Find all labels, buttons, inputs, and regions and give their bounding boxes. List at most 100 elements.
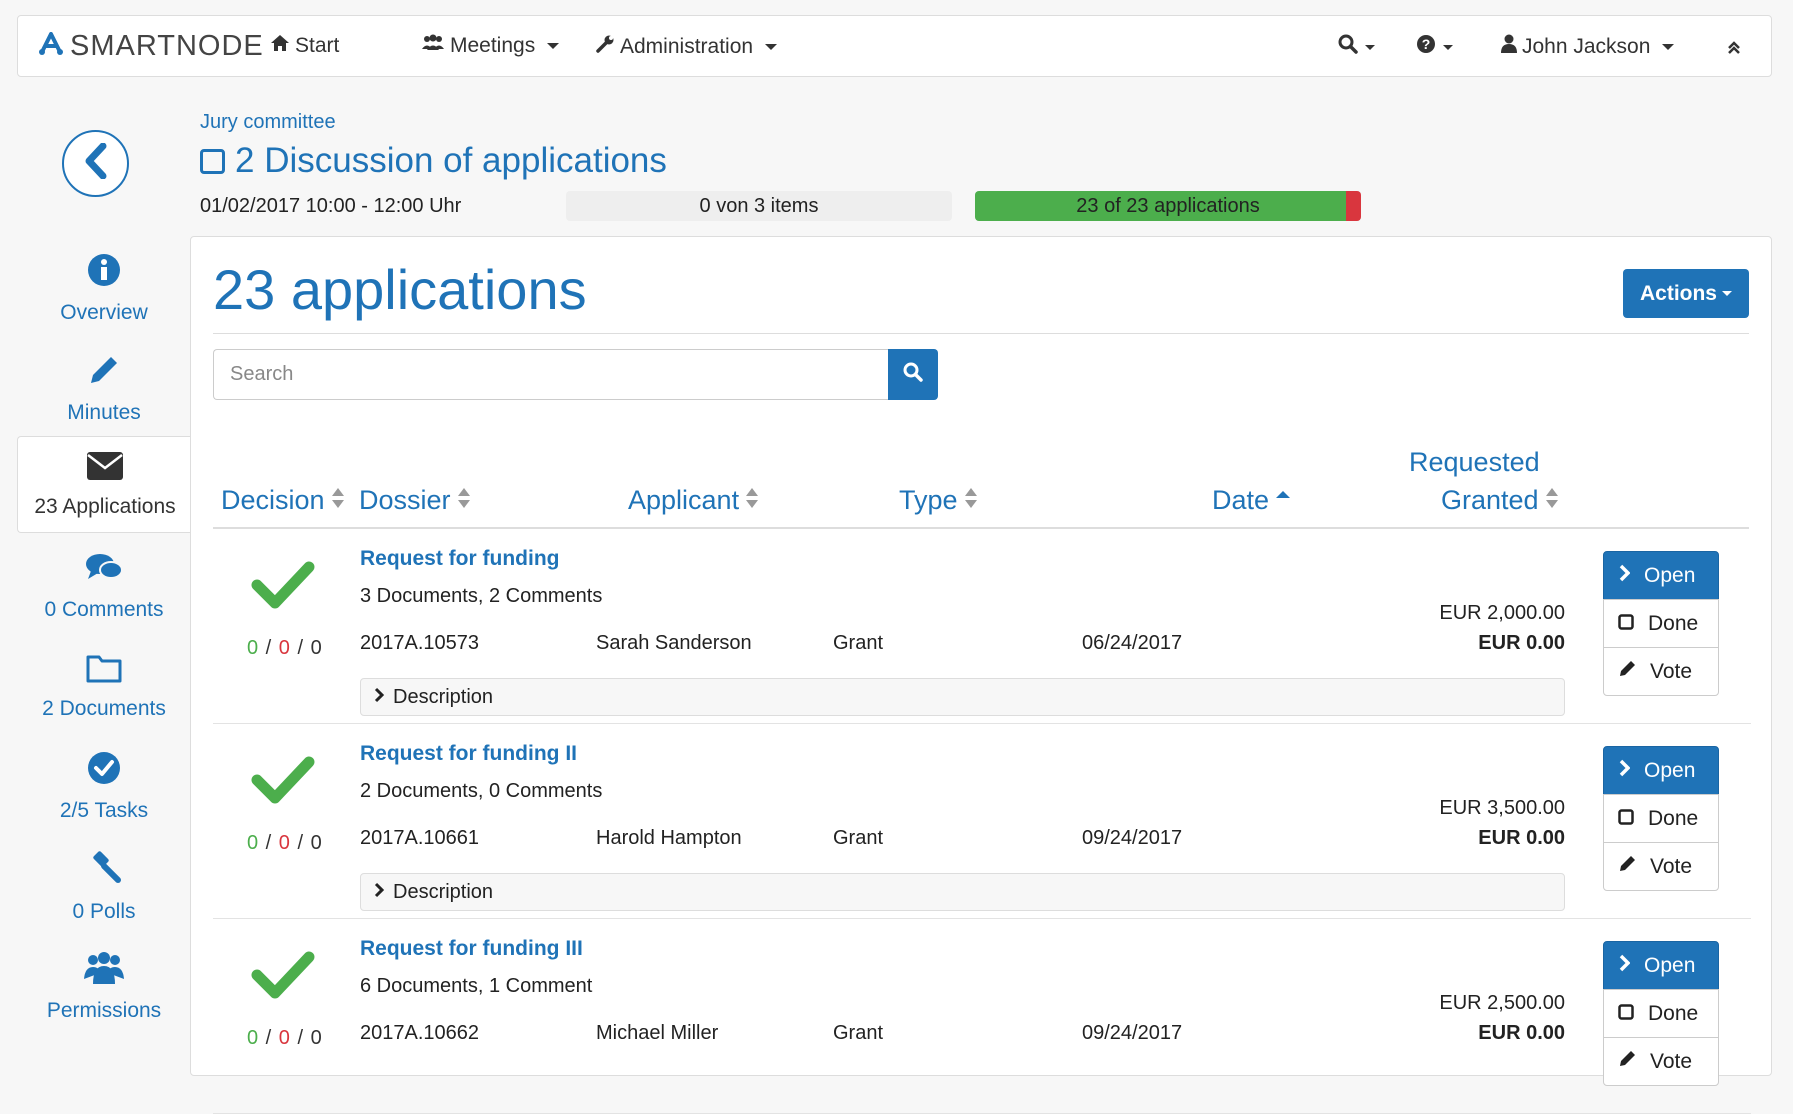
sort-icon [1545,485,1559,516]
applicant-name: Harold Hampton [596,827,742,849]
sidebar-item-comments[interactable]: 0 Comments [17,538,191,635]
application-title-link[interactable]: Request for funding [360,547,559,571]
application-title-link[interactable]: Request for funding III [360,937,583,961]
top-navbar: SMARTNODE Start Meetings Administration … [17,15,1772,77]
applicant-name: Sarah Sanderson [596,632,752,654]
users-icon [421,34,445,58]
breadcrumb[interactable]: Jury committee [200,111,336,134]
sidebar-item-overview[interactable]: Overview [17,240,191,337]
granted-amount: EUR 0.00 [1478,632,1565,654]
info-icon [87,253,121,293]
checkbox-icon[interactable] [200,148,225,174]
column-dossier[interactable]: Dossier [359,485,471,516]
application-date: 06/24/2017 [1082,632,1183,654]
column-decision[interactable]: Decision [221,485,345,516]
done-button[interactable]: Done [1603,599,1719,648]
page-title: 2 Discussion of applications [200,141,667,181]
open-button[interactable]: Open [1603,746,1719,795]
done-button[interactable]: Done [1603,989,1719,1038]
column-applicant[interactable]: Applicant [628,485,759,516]
check-icon [251,949,315,1006]
granted-amount: EUR 0.00 [1478,1022,1565,1044]
application-date: 09/24/2017 [1082,827,1183,849]
home-icon [270,34,290,58]
nav-search-menu[interactable] [1338,34,1375,60]
application-type: Grant [833,827,884,849]
open-button[interactable]: Open [1603,941,1719,990]
check-icon [251,754,315,811]
search-icon [1338,34,1358,60]
checkbox-icon [1618,612,1634,636]
nav-help-menu[interactable]: ? [1416,34,1453,60]
applicant-name: Michael Miller [596,1022,719,1044]
docs-count: 2 Documents, 0 Comments [360,780,603,802]
column-type[interactable]: Type [899,485,978,516]
divider [213,333,1749,334]
application-title-link[interactable]: Request for funding II [360,742,577,766]
requested-amount: EUR 3,500.00 [1439,797,1565,819]
smartnode-logo-icon [38,32,64,61]
chevron-down-icon [1365,44,1375,50]
sidebar-item-minutes[interactable]: Minutes [17,340,191,437]
user-icon [1501,34,1517,59]
pencil-icon [1618,1050,1636,1074]
chevron-left-icon [81,142,111,184]
chevron-right-icon [1618,759,1631,783]
done-button[interactable]: Done [1603,794,1719,843]
search-group [213,349,938,400]
column-requested[interactable]: Requested [1409,447,1540,478]
nav-start[interactable]: Start [270,34,339,58]
sidebar-item-documents[interactable]: 2 Documents [17,638,191,735]
users-icon [83,951,125,991]
description-toggle[interactable]: Description [360,678,1565,716]
row-actions: Open Done Vote [1603,941,1719,1086]
chevron-down-icon [547,43,560,49]
question-circle-icon: ? [1416,34,1436,60]
chevron-down-icon [1443,44,1453,50]
sidebar-item-applications[interactable]: 23 Applications [17,436,192,533]
chevron-right-icon [373,686,385,709]
row-actions: Open Done Vote [1603,551,1719,696]
actions-button[interactable]: Actions [1623,269,1749,318]
search-button[interactable] [888,349,938,400]
sort-icon [331,485,345,516]
vote-button[interactable]: Vote [1603,647,1719,696]
application-type: Grant [833,632,884,654]
chevron-right-icon [1618,564,1631,588]
vote-button[interactable]: Vote [1603,1037,1719,1086]
applications-panel: 23 applications Actions Decision Dossier… [190,236,1772,1114]
double-chevron-up-icon [1726,38,1742,62]
vote-counts: 0 / 0 / 0 [247,637,323,659]
vote-button[interactable]: Vote [1603,842,1719,891]
dossier-number: 2017A.10661 [360,827,480,849]
nav-user-menu[interactable]: John Jackson [1501,34,1675,59]
envelope-icon [86,451,124,487]
panel-title: 23 applications [213,258,587,321]
chevron-right-icon [373,881,385,904]
description-toggle[interactable]: Description [360,873,1565,911]
chevron-down-icon [1662,43,1675,50]
table-row: 0 / 0 / 0 Request for funding II 2 Docum… [213,724,1751,919]
search-input[interactable] [213,349,888,400]
collapse-button[interactable] [1726,38,1742,62]
table-row: 0 / 0 / 0 Request for funding 3 Document… [213,529,1751,724]
chevron-down-icon [765,44,778,50]
sidebar-item-tasks[interactable]: 2/5 Tasks [17,738,191,835]
column-date[interactable]: Date [1212,485,1291,516]
check-circle-icon [87,751,121,791]
gavel-icon [86,850,122,892]
nav-administration[interactable]: Administration [595,34,778,60]
back-button[interactable] [62,130,129,197]
brand[interactable]: SMARTNODE [38,30,264,63]
open-button[interactable]: Open [1603,551,1719,600]
sidebar-item-polls[interactable]: 0 Polls [17,838,191,935]
sort-asc-icon [1275,485,1291,516]
requested-amount: EUR 2,500.00 [1439,992,1565,1014]
search-icon [903,362,923,387]
svg-text:?: ? [1422,36,1431,52]
sidebar-item-permissions[interactable]: Permissions [17,938,191,1035]
docs-count: 6 Documents, 1 Comment [360,975,593,997]
column-granted[interactable]: Granted [1441,485,1559,516]
brand-name: SMARTNODE [70,30,264,62]
nav-meetings[interactable]: Meetings [421,34,560,58]
